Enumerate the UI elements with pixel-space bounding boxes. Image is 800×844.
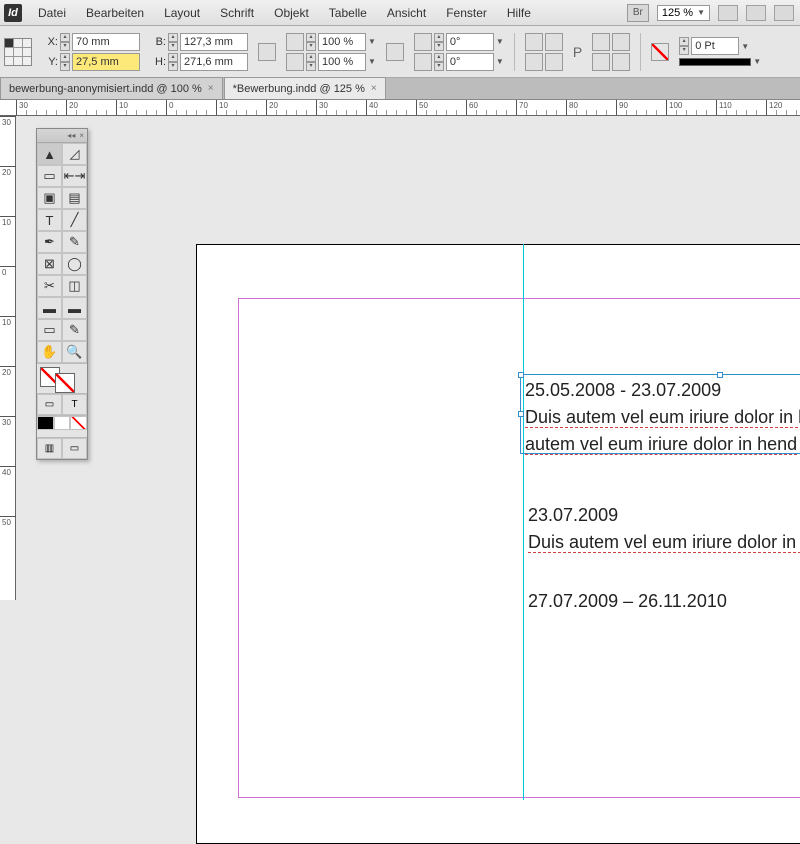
note-tool[interactable]: ▭ xyxy=(37,319,62,341)
apply-none-icon[interactable] xyxy=(70,416,87,430)
gradient-swatch-tool[interactable]: ▬ xyxy=(37,297,62,319)
select-container-icon[interactable] xyxy=(592,33,610,51)
menu-datei[interactable]: Datei xyxy=(28,2,76,24)
menubar: Id Datei Bearbeiten Layout Schrift Objek… xyxy=(0,0,800,26)
menu-objekt[interactable]: Objekt xyxy=(264,2,319,24)
ruler-vertical[interactable]: 30201001020304050 xyxy=(0,116,16,600)
select-prev-icon[interactable] xyxy=(592,53,610,71)
workspace: 30201001020304050 25.05.2008 - 23.07.200… xyxy=(0,116,800,600)
direct-selection-tool[interactable]: ◿ xyxy=(62,143,87,165)
pen-tool[interactable]: ✒ xyxy=(37,231,62,253)
select-content-icon[interactable] xyxy=(612,33,630,51)
document-tabs: bewerbung-anonymisiert.indd @ 100 %× *Be… xyxy=(0,78,800,100)
p-indicator: P xyxy=(573,44,582,60)
menu-ansicht[interactable]: Ansicht xyxy=(377,2,436,24)
page-tool[interactable]: ▭ xyxy=(37,165,62,187)
apply-gradient-icon[interactable] xyxy=(54,416,71,430)
flip-h-icon[interactable] xyxy=(525,53,543,71)
no-stroke-icon[interactable] xyxy=(651,43,669,61)
reference-point[interactable] xyxy=(4,38,32,66)
line-tool[interactable]: ╱ xyxy=(62,209,87,231)
link-scale-icon[interactable] xyxy=(386,43,404,61)
toolbox: ◂◂× ▲ ◿ ▭ ⇤⇥ ▣ ▤ T ╱ ✒ ✎ ⊠ ◯ ✂ ◫ ▬ ▬ ▭ ✎… xyxy=(36,128,88,460)
toolbox-header[interactable]: ◂◂× xyxy=(37,129,87,143)
stroke-swatch[interactable] xyxy=(55,373,75,393)
scale-x-icon xyxy=(286,33,304,51)
formatting-text-icon[interactable]: T xyxy=(62,394,87,415)
shear-field[interactable]: 0° xyxy=(446,53,494,71)
frame-line: 23.07.2009 xyxy=(528,505,618,525)
text-frame-1[interactable]: 25.05.2008 - 23.07.2009 Duis autem vel e… xyxy=(520,374,800,454)
zoom-tool[interactable]: 🔍 xyxy=(62,341,87,363)
view-mode-preview[interactable]: ▭ xyxy=(62,438,87,459)
w-stepper[interactable]: ▴▾ xyxy=(168,33,178,51)
rotate-ccw-icon[interactable] xyxy=(545,33,563,51)
rotate-icon xyxy=(414,33,432,51)
ellipse-tool[interactable]: ◯ xyxy=(62,253,87,275)
h-stepper[interactable]: ▴▾ xyxy=(168,53,178,71)
document-tab-2[interactable]: *Bewerbung.indd @ 125 %× xyxy=(224,77,386,99)
shear-icon xyxy=(414,53,432,71)
apply-color-icon[interactable] xyxy=(37,416,54,430)
x-stepper[interactable]: ▴▾ xyxy=(60,33,70,51)
menu-hilfe[interactable]: Hilfe xyxy=(497,2,541,24)
scale-x-field[interactable]: 100 % xyxy=(318,33,366,51)
frame-line: Duis autem vel eum iriure dolor in h xyxy=(525,407,800,428)
free-transform-tool[interactable]: ◫ xyxy=(62,275,87,297)
rotate-cw-icon[interactable] xyxy=(525,33,543,51)
width-field[interactable]: 127,3 mm xyxy=(180,33,248,51)
stroke-weight-field[interactable]: 0 Pt xyxy=(691,37,739,55)
selection-tool[interactable]: ▲ xyxy=(37,143,62,165)
type-tool[interactable]: T xyxy=(37,209,62,231)
pencil-tool[interactable]: ✎ xyxy=(62,231,87,253)
ruler-horizontal[interactable]: 3020100102030405060708090100110120 xyxy=(0,100,800,116)
frame-line: 27.07.2009 – 26.11.2010 xyxy=(528,591,727,611)
bridge-button[interactable]: Br xyxy=(627,4,649,22)
frame-line: 25.05.2008 - 23.07.2009 xyxy=(525,380,721,400)
scissors-tool[interactable]: ✂ xyxy=(37,275,62,297)
frame-line: autem vel eum iriure dolor in hend xyxy=(525,434,797,455)
flip-v-icon[interactable] xyxy=(545,53,563,71)
formatting-container-icon[interactable]: ▭ xyxy=(37,394,62,415)
chevron-down-icon: ▼ xyxy=(697,8,705,17)
y-field[interactable]: 27,5 mm xyxy=(72,53,140,71)
close-icon[interactable]: × xyxy=(371,83,377,94)
content-placer-tool[interactable]: ▤ xyxy=(62,187,87,209)
x-field[interactable]: 70 mm xyxy=(72,33,140,51)
canvas[interactable]: 25.05.2008 - 23.07.2009 Duis autem vel e… xyxy=(16,116,800,600)
rotate-field[interactable]: 0° xyxy=(446,33,494,51)
app-icon: Id xyxy=(4,4,22,22)
scale-y-field[interactable]: 100 % xyxy=(318,53,366,71)
menu-schrift[interactable]: Schrift xyxy=(210,2,264,24)
y-stepper[interactable]: ▴▾ xyxy=(60,53,70,71)
document-tab-1[interactable]: bewerbung-anonymisiert.indd @ 100 %× xyxy=(0,77,223,99)
content-collector-tool[interactable]: ▣ xyxy=(37,187,62,209)
select-next-icon[interactable] xyxy=(612,53,630,71)
frame-line: Duis autem vel eum iriure dolor in h xyxy=(528,532,800,553)
arrange-icon[interactable] xyxy=(774,5,794,21)
screen-mode-icon[interactable] xyxy=(746,5,766,21)
control-bar: X:▴▾70 mm Y:▴▾27,5 mm B:▴▾127,3 mm H:▴▾2… xyxy=(0,26,800,78)
gap-tool[interactable]: ⇤⇥ xyxy=(62,165,87,187)
menu-tabelle[interactable]: Tabelle xyxy=(319,2,377,24)
menu-layout[interactable]: Layout xyxy=(154,2,210,24)
menu-fenster[interactable]: Fenster xyxy=(436,2,497,24)
close-icon[interactable]: × xyxy=(208,83,214,94)
rectangle-frame-tool[interactable]: ⊠ xyxy=(37,253,62,275)
constrain-icon[interactable] xyxy=(258,43,276,61)
hand-tool[interactable]: ✋ xyxy=(37,341,62,363)
view-options-icon[interactable] xyxy=(718,5,738,21)
scale-y-icon xyxy=(286,53,304,71)
zoom-select[interactable]: 125 %▼ xyxy=(657,5,710,21)
menu-bearbeiten[interactable]: Bearbeiten xyxy=(76,2,154,24)
eyedropper-tool[interactable]: ✎ xyxy=(62,319,87,341)
stroke-style[interactable] xyxy=(679,58,751,66)
view-mode-normal[interactable]: ▥ xyxy=(37,438,62,459)
gradient-feather-tool[interactable]: ▬ xyxy=(62,297,87,319)
height-field[interactable]: 271,6 mm xyxy=(180,53,248,71)
